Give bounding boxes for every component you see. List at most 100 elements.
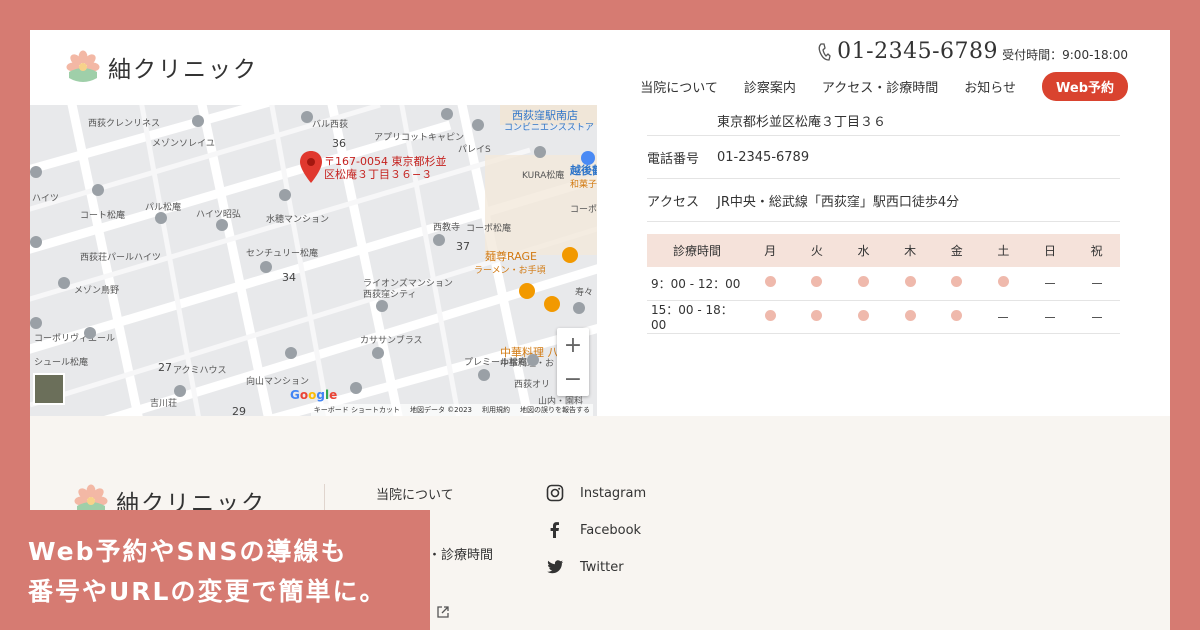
map-label: コーポ松庵: [466, 224, 512, 234]
promo-caption: Web予約やSNSの導線も 番号やURLの変更で簡単に。: [0, 510, 430, 630]
open-dot-icon: [764, 276, 776, 288]
schedule-cell: [840, 267, 887, 301]
map-label: メゾンソレイユ: [152, 139, 215, 149]
open-dot-icon: [904, 276, 916, 288]
web-reservation-button[interactable]: Web予約: [1042, 72, 1128, 101]
map-label: パル松庵: [145, 203, 182, 213]
clinic-logo[interactable]: 紬クリニック: [66, 50, 258, 84]
map-label: ハイツ昭弘: [196, 210, 241, 220]
instagram-label: Instagram: [580, 485, 647, 501]
schedule-header: 火: [793, 234, 841, 267]
schedule-cell: [980, 300, 1027, 334]
open-dot-icon: [764, 309, 776, 321]
closed-dash-icon: [1045, 316, 1056, 318]
open-dot-icon: [904, 309, 916, 321]
access-value: JR中央・総武線「西荻窪」駅西口徒歩4分: [717, 194, 960, 210]
report-error-link[interactable]: 地図の誤りを報告する: [520, 405, 590, 415]
map-label: 吉川荘: [150, 399, 178, 409]
schedule-header: 水: [840, 234, 887, 267]
map-label: パレイS: [458, 145, 491, 155]
map-label: 西荻荘パールハイツ: [80, 253, 161, 263]
schedule-time: 9：00 - 12：00: [647, 267, 747, 301]
location-pin-icon[interactable]: [300, 151, 322, 183]
reception-hours: 受付時間：9:00-18:00: [1002, 48, 1128, 62]
map-zoom-control: + −: [557, 328, 589, 396]
phone-icon: [818, 42, 831, 61]
map-block-number: 36: [332, 137, 346, 150]
map-label: カササンブラス: [360, 336, 423, 346]
nav-medical-info[interactable]: 診察案内: [744, 77, 796, 96]
open-dot-icon: [951, 276, 963, 288]
nav-access-hours[interactable]: アクセス・診療時間: [822, 77, 938, 96]
sns-instagram-link[interactable]: Instagram: [546, 484, 646, 502]
clinic-info: 東京都杉並区松庵３丁目３６ 電話番号 01-2345-6789 アクセス JR中…: [647, 105, 1120, 334]
zoom-in-button[interactable]: +: [557, 328, 589, 362]
closed-dash-icon: [1091, 316, 1102, 318]
caption-line-1: Web予約やSNSの導線も: [28, 537, 348, 566]
schedule-cell: [1073, 300, 1120, 334]
schedule-header: 金: [933, 234, 981, 267]
map-label: アクミハウス: [173, 366, 227, 376]
twitter-label: Twitter: [580, 559, 624, 575]
map-label: 寿々: [575, 288, 594, 298]
main-nav: 当院について 診察案内 アクセス・診療時間 お知らせ Web予約: [640, 72, 1128, 101]
facebook-label: Facebook: [580, 522, 642, 538]
schedule-cell: [840, 300, 887, 334]
schedule-header: 診療時間: [647, 234, 747, 267]
map-label: コート松庵: [80, 211, 126, 221]
open-dot-icon: [811, 276, 823, 288]
map-label: バル西荻: [312, 120, 349, 130]
keyboard-shortcuts-link[interactable]: キーボード ショートカット: [314, 405, 400, 415]
open-dot-icon: [811, 309, 823, 321]
map-block-number: 34: [282, 271, 296, 284]
schedule-cell: [793, 267, 841, 301]
google-map[interactable]: 〒167-0054 東京都杉並 区松庵３丁目３６−３ 西荻クレンリネス メゾンソ…: [30, 105, 597, 416]
open-dot-icon: [951, 309, 963, 321]
closed-dash-icon: [998, 316, 1009, 318]
schedule-header: 日: [1026, 234, 1074, 267]
open-dot-icon: [997, 276, 1009, 288]
map-data-credit: 地図データ ©2023: [409, 406, 472, 414]
map-address-label-2: 区松庵３丁目３６−３: [324, 168, 433, 181]
caption-line-2: 番号やURLの変更で簡単に。: [28, 577, 387, 606]
map-footer: キーボード ショートカット 地図データ ©2023 利用規約 地図の誤りを報告す…: [310, 404, 593, 416]
satellite-toggle-button[interactable]: [33, 373, 65, 405]
zoom-out-button[interactable]: −: [557, 362, 589, 396]
footer-link-hours[interactable]: ・診療時間: [428, 544, 493, 563]
schedule-cell: [933, 300, 981, 334]
map-label: センチュリー松庵: [246, 249, 319, 259]
map-block-number: 29: [232, 405, 246, 416]
sns-facebook-link[interactable]: Facebook: [546, 521, 641, 539]
schedule-cell: [1026, 300, 1074, 334]
nav-about[interactable]: 当院について: [640, 77, 718, 96]
schedule-row: 15：00 - 18：00: [647, 300, 1120, 334]
access-row: アクセス JR中央・総武線「西荻窪」駅西口徒歩4分: [647, 179, 1120, 222]
schedule-header: 土: [980, 234, 1027, 267]
schedule-cell: [933, 267, 981, 301]
map-label: 西教寺: [433, 223, 461, 233]
schedule-time: 15：00 - 18：00: [647, 300, 747, 334]
open-dot-icon: [858, 309, 870, 321]
map-label: メゾン鳥野: [74, 286, 120, 296]
terms-link[interactable]: 利用規約: [482, 405, 510, 415]
map-label: KURA松庵: [522, 171, 565, 181]
map-block-number: 27: [158, 361, 172, 374]
twitter-icon: [547, 560, 563, 574]
schedule-cell: [980, 267, 1027, 301]
phone-number[interactable]: 01-2345-6789: [817, 39, 998, 64]
instagram-icon: [546, 484, 564, 502]
footer-link-about[interactable]: 当院について: [376, 484, 454, 503]
external-link-icon[interactable]: [436, 605, 450, 619]
map-label: シュール松庵: [34, 358, 89, 368]
phone-value[interactable]: 01-2345-6789: [717, 150, 809, 165]
sns-twitter-link[interactable]: Twitter: [546, 558, 624, 576]
map-label: 西荻オリ: [514, 380, 551, 390]
closed-dash-icon: [1091, 283, 1102, 285]
map-label: 和菓子: [570, 180, 597, 190]
schedule-row: 9：00 - 12：00: [647, 267, 1120, 301]
closed-dash-icon: [1045, 283, 1056, 285]
shop-label: 麺尊RAGE: [485, 250, 538, 263]
schedule-cell: [886, 267, 934, 301]
nav-news[interactable]: お知らせ: [964, 77, 1016, 96]
schedule-header-row: 診療時間 月 火 水 木 金 土 日 祝: [647, 234, 1120, 267]
